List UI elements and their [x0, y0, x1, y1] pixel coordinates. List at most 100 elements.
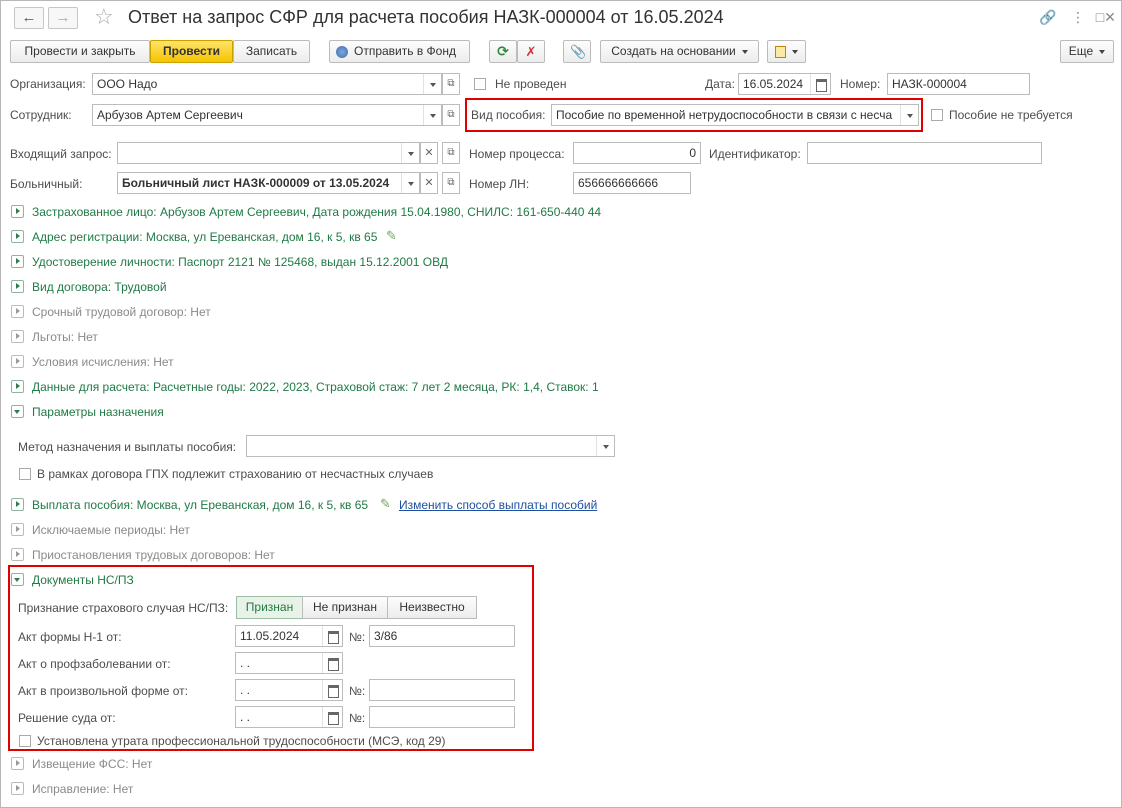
clear-movements-icon[interactable]: ✗ — [517, 40, 545, 63]
collapse-icon[interactable] — [11, 405, 24, 418]
group-contract-type[interactable]: Вид договора: Трудовой — [32, 280, 167, 294]
number-field[interactable]: НАЗК-000004 — [887, 73, 1030, 95]
group-calculation-data[interactable]: Данные для расчета: Расчетные годы: 2022… — [32, 380, 599, 394]
employee-dropdown-icon[interactable] — [423, 105, 441, 125]
method-field[interactable] — [246, 435, 615, 457]
benefit-type-value: Пособие по временной нетрудоспособности … — [556, 108, 893, 122]
expand-icon[interactable] — [11, 255, 24, 268]
incoming-request-dropdown-icon[interactable] — [401, 143, 419, 163]
group-excluded-periods[interactable]: Исключаемые периоды: Нет — [32, 523, 190, 537]
court-date-field[interactable]: . . — [235, 706, 343, 728]
employee-field[interactable]: Арбузов Артем Сергеевич — [92, 104, 442, 126]
more-button[interactable]: Еще — [1060, 40, 1114, 63]
print-menu-button[interactable] — [767, 40, 806, 63]
expand-icon[interactable] — [11, 205, 24, 218]
org-label: Организация: — [10, 77, 86, 91]
free-date-field[interactable]: . . — [235, 679, 343, 701]
send-to-fund-button[interactable]: Отправить в Фонд — [329, 40, 470, 63]
benefit-type-dropdown-icon[interactable] — [900, 105, 918, 125]
ln-number-field[interactable]: 656666666666 — [573, 172, 691, 194]
expand-icon[interactable] — [11, 330, 24, 343]
group-benefits[interactable]: Льготы: Нет — [32, 330, 98, 344]
expand-icon[interactable] — [11, 757, 24, 770]
mse-checkbox[interactable] — [19, 735, 31, 747]
employee-open-icon[interactable]: ⧉ — [442, 104, 460, 126]
benefit-not-required-checkbox[interactable] — [931, 109, 943, 121]
post-and-close-button[interactable]: Провести и закрыть — [10, 40, 150, 63]
expand-icon[interactable] — [11, 305, 24, 318]
incoming-request-label: Входящий запрос: — [10, 147, 112, 161]
n1-date-field[interactable]: 11.05.2024 — [235, 625, 343, 647]
process-number-field[interactable]: 0 — [573, 142, 701, 164]
group-identity-document[interactable]: Удостоверение личности: Паспорт 2121 № 1… — [32, 255, 448, 269]
group-assignment-params[interactable]: Параметры назначения — [32, 405, 164, 419]
back-button[interactable]: ← — [14, 7, 44, 29]
calendar-icon[interactable] — [322, 707, 342, 727]
recognized-option[interactable]: Признан — [236, 596, 303, 619]
calendar-icon[interactable] — [322, 653, 342, 673]
expand-icon[interactable] — [11, 498, 24, 511]
group-suspensions[interactable]: Приостановления трудовых договоров: Нет — [32, 548, 275, 562]
menu-dots-icon[interactable]: ⋮ — [1068, 7, 1088, 27]
edit-pencil-icon[interactable]: ✎ — [380, 496, 391, 512]
clear-icon[interactable]: ✕ — [420, 142, 438, 164]
prof-date-field[interactable]: . . — [235, 652, 343, 674]
identifier-field[interactable] — [807, 142, 1042, 164]
benefit-type-label: Вид пособия: — [471, 108, 546, 122]
close-icon[interactable]: ✕ — [1100, 7, 1120, 27]
post-button[interactable]: Провести — [150, 40, 233, 63]
refresh-icon[interactable]: ⟳ — [489, 40, 517, 63]
calendar-icon[interactable] — [810, 74, 830, 94]
calendar-icon[interactable] — [322, 626, 342, 646]
clear-icon[interactable]: ✕ — [420, 172, 438, 194]
edit-pencil-icon[interactable]: ✎ — [386, 228, 397, 244]
method-dropdown-icon[interactable] — [596, 436, 614, 456]
free-number-field[interactable] — [369, 679, 515, 701]
save-button[interactable]: Записать — [233, 40, 310, 63]
forward-button[interactable]: → — [48, 7, 78, 29]
n1-number-field[interactable]: 3/86 — [369, 625, 515, 647]
sick-leave-field[interactable]: Больничный лист НАЗК-000009 от 13.05.202… — [117, 172, 420, 194]
attachment-icon[interactable]: 📎 — [563, 40, 591, 63]
group-benefit-payment[interactable]: Выплата пособия: Москва, ул Ереванская, … — [32, 498, 368, 512]
favorite-star-icon[interactable]: ☆ — [94, 4, 114, 30]
group-fixed-term-contract[interactable]: Срочный трудовой договор: Нет — [32, 305, 211, 319]
free-num-label: №: — [349, 684, 366, 698]
ln-number-label: Номер ЛН: — [469, 177, 530, 191]
benefit-type-field[interactable]: Пособие по временной нетрудоспособности … — [551, 104, 919, 126]
gph-checkbox[interactable] — [19, 468, 31, 480]
group-fss-notice[interactable]: Извещение ФСС: Нет — [32, 757, 152, 771]
group-calculation-conditions[interactable]: Условия исчисления: Нет — [32, 355, 174, 369]
group-correction[interactable]: Исправление: Нет — [32, 782, 133, 796]
org-open-icon[interactable]: ⧉ — [442, 73, 460, 95]
group-insured-person[interactable]: Застрахованное лицо: Арбузов Артем Серге… — [32, 205, 601, 219]
expand-icon[interactable] — [11, 782, 24, 795]
change-payment-link[interactable]: Изменить способ выплаты пособий — [399, 498, 597, 512]
not-posted-label: Не проведен — [495, 77, 567, 91]
date-field[interactable]: 16.05.2024 — [738, 73, 831, 95]
org-field[interactable]: ООО Надо — [92, 73, 442, 95]
expand-icon[interactable] — [11, 230, 24, 243]
group-ns-documents[interactable]: Документы НС/ПЗ — [32, 573, 134, 587]
create-based-on-button[interactable]: Создать на основании — [600, 40, 759, 63]
expand-icon[interactable] — [11, 523, 24, 536]
collapse-icon[interactable] — [11, 573, 24, 586]
expand-icon[interactable] — [11, 548, 24, 561]
court-num-label: №: — [349, 711, 366, 725]
sick-leave-dropdown-icon[interactable] — [401, 173, 419, 193]
incoming-request-field[interactable] — [117, 142, 420, 164]
court-number-field[interactable] — [369, 706, 515, 728]
calendar-icon[interactable] — [322, 680, 342, 700]
expand-icon[interactable] — [11, 280, 24, 293]
unknown-option[interactable]: Неизвестно — [387, 596, 477, 619]
expand-icon[interactable] — [11, 380, 24, 393]
org-dropdown-icon[interactable] — [423, 74, 441, 94]
expand-icon[interactable] — [11, 355, 24, 368]
date-label: Дата: — [705, 77, 735, 91]
link-icon[interactable]: 🔗 — [1038, 7, 1058, 27]
sick-leave-open-icon[interactable]: ⧉ — [442, 172, 460, 194]
group-registration-address[interactable]: Адрес регистрации: Москва, ул Ереванская… — [32, 230, 377, 244]
free-date-value: . . — [240, 683, 251, 697]
incoming-request-open-icon[interactable]: ⧉ — [442, 142, 460, 164]
not-recognized-option[interactable]: Не признан — [302, 596, 388, 619]
